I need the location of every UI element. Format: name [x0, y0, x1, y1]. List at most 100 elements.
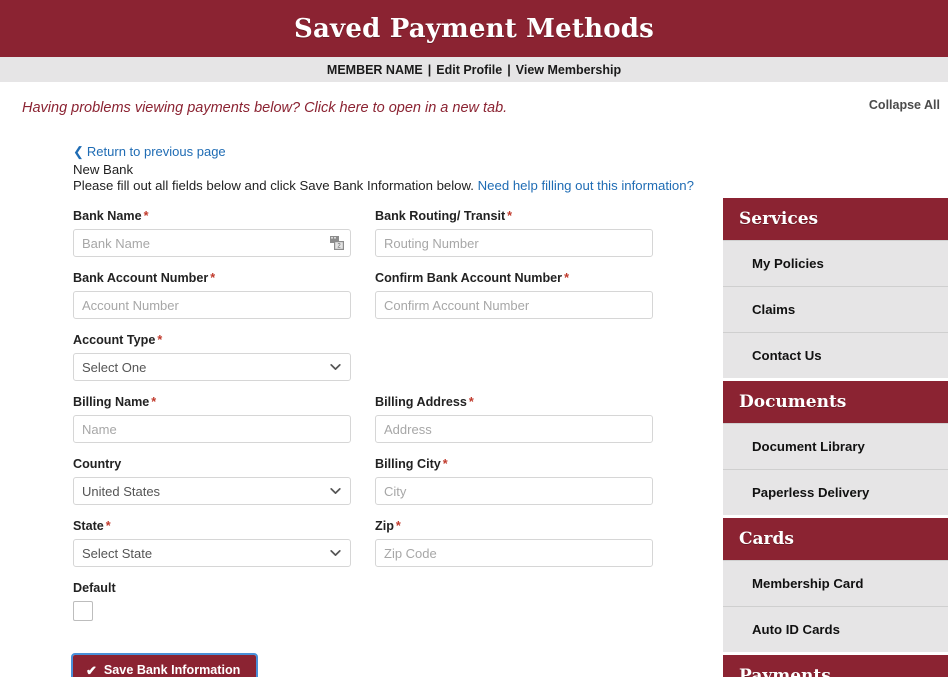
field-billing-name: Billing Name *: [73, 395, 351, 443]
sidebar-item-my-policies[interactable]: My Policies: [723, 240, 948, 286]
edit-profile-link[interactable]: Edit Profile: [436, 63, 502, 77]
member-bar-separator-1: |: [427, 62, 432, 77]
zip-label-text: Zip: [375, 519, 394, 533]
member-bar-separator-2: |: [507, 62, 511, 77]
form-row-2: Bank Account Number* Confirm Bank Accoun…: [73, 271, 673, 319]
sidebar-header-documents[interactable]: Documents: [723, 381, 948, 423]
sidebar-item-contact-us[interactable]: Contact Us: [723, 332, 948, 378]
state-select-wrap: Select State: [73, 539, 351, 567]
routing-label: Bank Routing/ Transit *: [375, 209, 653, 223]
required-asterisk: *: [442, 457, 448, 471]
required-asterisk: *: [210, 271, 216, 285]
form-row-1: Bank Name* 2: [73, 209, 673, 257]
sidebar-header-cards[interactable]: Cards: [723, 518, 948, 560]
billing-address-label: Billing Address *: [375, 395, 653, 409]
field-state: State * Select State: [73, 519, 351, 567]
member-name: MEMBER NAME: [326, 62, 423, 77]
viewing-problems-notice[interactable]: Having problems viewing payments below? …: [22, 100, 507, 116]
form-row-5: Country United States Billing City * Cit…: [73, 457, 673, 505]
sidebar-item-document-library[interactable]: Document Library: [723, 423, 948, 469]
country-select-wrap: United States: [73, 477, 351, 505]
zip-label: Zip *: [375, 519, 653, 533]
sidebar-group-cards: Cards Membership Card Auto ID Cards: [723, 518, 948, 652]
sidebar-group-documents: Documents Document Library Paperless Del…: [723, 381, 948, 515]
sidebar-item-auto-id-cards[interactable]: Auto ID Cards: [723, 606, 948, 652]
sidebar-item-paperless-delivery[interactable]: Paperless Delivery: [723, 469, 948, 515]
sidebar: Services My Policies Claims Contact Us D…: [723, 198, 948, 677]
sidebar-header-services[interactable]: Services: [723, 198, 948, 240]
form-instructions: Please fill out all fields below and cli…: [73, 178, 694, 193]
confirm-account-label-text: Confirm Bank Account Number: [375, 271, 563, 285]
form-subtitle: New Bank: [73, 162, 134, 177]
account-type-select[interactable]: Select One: [73, 353, 351, 381]
need-help-link[interactable]: Need help filling out this information?: [478, 178, 694, 193]
account-type-label: Account Type *: [73, 333, 351, 347]
sidebar-item-membership-card[interactable]: Membership Card: [723, 560, 948, 606]
billing-name-label: Billing Name *: [73, 395, 351, 409]
bank-name-input-wrap: 2: [73, 229, 351, 257]
country-label: Country: [73, 457, 351, 471]
check-icon: ✔: [86, 662, 97, 677]
confirm-account-input[interactable]: [375, 291, 653, 319]
form-row-6: State * Select State Zip * Zip Code: [73, 519, 673, 567]
billing-city-input[interactable]: [375, 477, 653, 505]
billing-address-label-text: Billing Address: [375, 395, 467, 409]
form-row-3-spacer: [375, 333, 653, 381]
required-asterisk: *: [468, 395, 474, 409]
field-default: Default: [73, 581, 673, 626]
billing-city-label-text: Billing City: [375, 457, 441, 471]
account-type-select-wrap: Select One: [73, 353, 351, 381]
billing-name-label-text: Billing Name: [73, 395, 150, 409]
routing-label-text: Bank Routing/ Transit: [375, 209, 506, 223]
field-routing: Bank Routing/ Transit *: [375, 209, 653, 257]
view-membership-link[interactable]: View Membership: [516, 63, 621, 77]
state-label: State *: [73, 519, 351, 533]
save-bank-information-button[interactable]: ✔ Save Bank Information: [70, 653, 259, 677]
sidebar-header-payments[interactable]: Payments: [723, 655, 948, 677]
field-account-type: Account Type * Select One: [73, 333, 351, 381]
bank-name-input[interactable]: [73, 229, 351, 257]
state-label-text: State: [73, 519, 104, 533]
bank-form: ❮ Return to previous page New Bank Please…: [70, 144, 694, 677]
page-root: Saved Payment Methods MEMBER NAME | Edit…: [0, 0, 948, 677]
collapse-all-button[interactable]: Collapse All: [869, 98, 940, 112]
form-row-3: Account Type * Select One: [73, 333, 673, 381]
required-asterisk: *: [564, 271, 569, 285]
state-select[interactable]: Select State: [73, 539, 351, 567]
required-asterisk: *: [105, 519, 111, 533]
field-account-number: Bank Account Number *: [73, 271, 351, 319]
save-button-label: Save Bank Information: [103, 663, 241, 677]
routing-input[interactable]: [375, 229, 653, 257]
account-number-input[interactable]: [73, 291, 351, 319]
sidebar-group-payments: Payments Make a Payment: [723, 655, 948, 677]
form-instructions-text: Please fill out all fields below and cli…: [73, 178, 474, 193]
default-checkbox[interactable]: [73, 601, 93, 621]
form-row-4: Billing Name* Billing Address*: [73, 395, 673, 443]
member-bar: MEMBER NAME | Edit Profile | View Member…: [0, 57, 948, 82]
billing-address-input[interactable]: [375, 415, 653, 443]
country-select[interactable]: United States: [73, 477, 351, 505]
chevron-left-icon: ❮: [73, 144, 84, 159]
zip-input[interactable]: [375, 539, 653, 567]
required-asterisk: *: [143, 209, 149, 223]
form-grid: Bank Name* 2: [70, 209, 673, 677]
field-bank-name: Bank Name* 2: [73, 209, 351, 257]
account-number-label-text: Bank Account Number: [73, 271, 209, 285]
required-asterisk: *: [395, 519, 401, 533]
country-label-text: Country: [73, 457, 122, 471]
field-confirm-account: Confirm Bank Account Number *: [375, 271, 653, 319]
account-number-label: Bank Account Number *: [73, 271, 351, 285]
return-link-label: Return to previous page: [86, 144, 226, 159]
page-title: Saved Payment Methods: [294, 13, 654, 44]
billing-name-input[interactable]: [73, 415, 351, 443]
sidebar-group-services: Services My Policies Claims Contact Us: [723, 198, 948, 378]
field-country: Country United States: [73, 457, 351, 505]
required-asterisk: *: [507, 209, 513, 223]
sidebar-item-claims[interactable]: Claims: [723, 286, 948, 332]
billing-city-label: Billing City *: [375, 457, 653, 471]
return-to-previous-page-link[interactable]: ❮ Return to previous page: [73, 144, 673, 160]
bank-name-label-text: Bank Name: [73, 209, 142, 223]
required-asterisk: *: [151, 395, 157, 409]
confirm-account-label: Confirm Bank Account Number *: [375, 271, 653, 285]
page-banner: Saved Payment Methods: [0, 0, 948, 57]
